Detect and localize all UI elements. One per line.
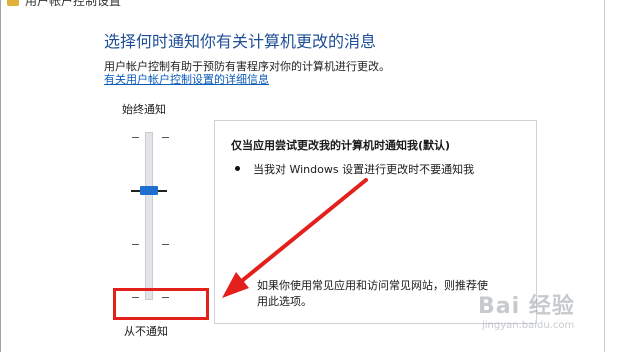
title-bar[interactable]: 用户帐户控制设置 — [1, 0, 604, 10]
watermark: Bai 经验 jingyan.baidu.com — [478, 288, 618, 348]
slider-tick — [132, 137, 139, 138]
shield-icon — [7, 0, 19, 6]
recommended-icon — [233, 279, 245, 291]
page-heading: 选择何时通知你有关计算机更改的消息 — [104, 32, 377, 51]
slider-bottom-label: 从不通知 — [124, 325, 168, 338]
window-left-border — [0, 0, 1, 352]
slider-tick — [162, 244, 169, 245]
uac-settings-window: 用户帐户控制设置 选择何时通知你有关计算机更改的消息 用户帐户控制有助于预防有害… — [0, 0, 620, 352]
watermark-url: jingyan.baidu.com — [482, 320, 575, 331]
watermark-logo: Bai 经验 — [478, 294, 575, 319]
notification-slider-track[interactable] — [145, 132, 153, 300]
level-bullet-text: 当我对 Windows 设置进行更改时不要通知我 — [253, 163, 475, 176]
slider-top-label: 始终通知 — [122, 103, 166, 116]
thumb-left-mark — [131, 190, 140, 192]
bullet-dot — [235, 166, 240, 171]
slider-tick — [162, 137, 169, 138]
notification-slider-thumb[interactable] — [140, 186, 158, 195]
highlight-box — [113, 288, 209, 320]
level-title: 仅当应用尝试更改我的计算机时通知我(默认) — [231, 139, 451, 152]
details-link[interactable]: 有关用户帐户控制设置的详细信息 — [104, 71, 269, 87]
thumb-right-mark — [158, 190, 167, 192]
window-title: 用户帐户控制设置 — [25, 0, 122, 8]
slider-tick — [132, 244, 139, 245]
recommendation-text: 如果你使用常见应用和访问常见网站，则推荐使用此选项。 — [257, 279, 488, 308]
